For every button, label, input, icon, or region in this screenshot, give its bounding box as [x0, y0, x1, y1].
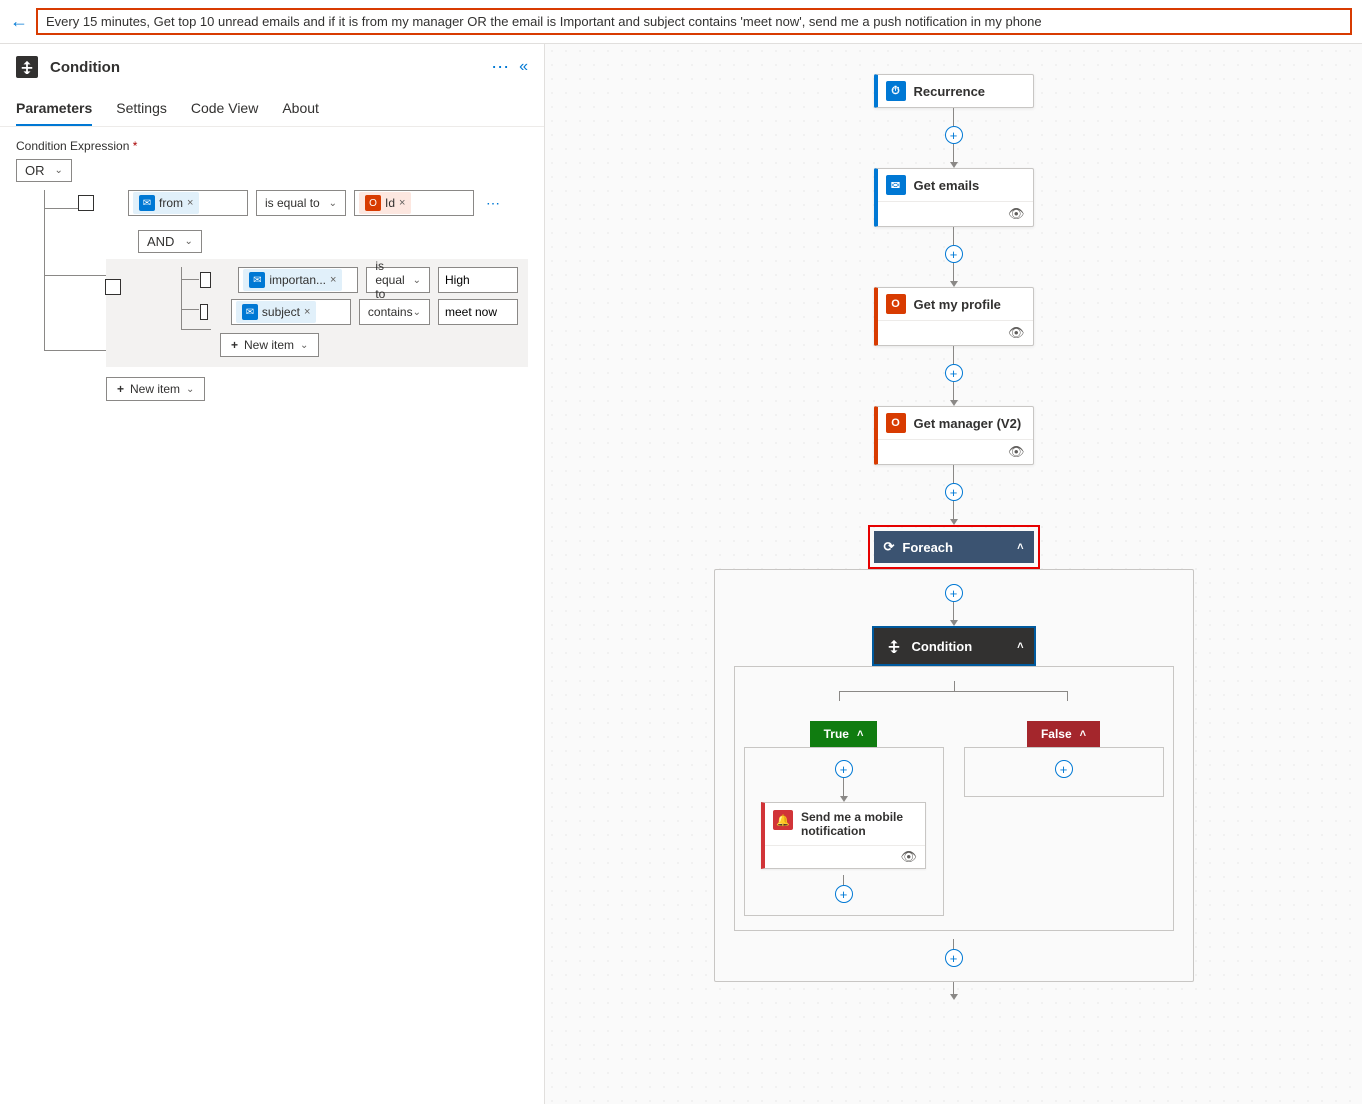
row2-operator-select[interactable]: is equal to⌄	[366, 267, 430, 293]
designer-canvas[interactable]: ⏱Recurrence + ✉Get emails 👁 + OGet my pr…	[545, 44, 1362, 1104]
card-get-manager[interactable]: OGet manager (V2) 👁	[874, 406, 1034, 465]
token-remove-icon[interactable]: ×	[304, 306, 310, 318]
chevron-up-icon[interactable]: ˄	[1017, 541, 1023, 553]
row2-value-input[interactable]	[438, 267, 518, 293]
false-branch: False˄ +	[964, 721, 1164, 916]
row3-value-input[interactable]	[438, 299, 518, 325]
nested-new-item-button[interactable]: +New item⌄	[220, 333, 319, 357]
card-condition-selected: Condition ˄	[872, 626, 1036, 666]
add-step-button[interactable]: +	[835, 760, 853, 778]
outlook-icon: ✉	[139, 195, 155, 211]
and-group-checkbox[interactable]	[105, 279, 121, 295]
root-operator-select[interactable]: OR⌄	[16, 159, 72, 182]
row1-value[interactable]: OId ×	[354, 190, 474, 216]
chevron-up-icon[interactable]: ˄	[1017, 640, 1023, 652]
clock-icon: ⏱	[886, 81, 906, 101]
card-get-emails[interactable]: ✉Get emails 👁	[874, 168, 1034, 227]
row2-field[interactable]: ✉importan... ×	[238, 267, 358, 293]
token-remove-icon[interactable]: ×	[187, 197, 193, 209]
root-new-item-button[interactable]: +New item⌄	[106, 377, 205, 401]
add-step-button[interactable]: +	[945, 245, 963, 263]
add-step-button[interactable]: +	[945, 483, 963, 501]
row3-operator-select[interactable]: contains⌄	[359, 299, 430, 325]
chevron-up-icon: ˄	[1080, 728, 1086, 740]
tab-settings[interactable]: Settings	[116, 90, 167, 126]
row3-field[interactable]: ✉subject ×	[231, 299, 351, 325]
condition-icon	[884, 636, 904, 656]
office-icon: O	[886, 413, 906, 433]
card-condition[interactable]: Condition ˄	[874, 628, 1034, 664]
office-icon: O	[365, 195, 381, 211]
link-icon: 👁	[1008, 206, 1025, 222]
true-branch-header[interactable]: True˄	[810, 721, 878, 747]
foreach-container: + Condition ˄	[714, 569, 1194, 982]
outlook-icon: ✉	[249, 272, 265, 288]
tab-parameters[interactable]: Parameters	[16, 90, 92, 126]
panel-more-button[interactable]: ⋯	[481, 57, 519, 78]
plus-icon: +	[231, 338, 238, 352]
true-branch: True˄ + 🔔Send me a mobile notification 👁…	[744, 721, 944, 916]
add-step-button[interactable]: +	[945, 584, 963, 602]
row3-checkbox[interactable]	[200, 304, 208, 320]
card-foreach[interactable]: ⟳Foreach ˄	[874, 531, 1034, 563]
row1-more-button[interactable]: ⋯	[482, 195, 504, 212]
link-icon: 👁	[1008, 444, 1025, 460]
card-get-profile[interactable]: OGet my profile 👁	[874, 287, 1034, 346]
condition-panel: Condition ⋯ « Parameters Settings Code V…	[0, 44, 545, 1104]
flow-description-input[interactable]: Every 15 minutes, Get top 10 unread emai…	[36, 8, 1352, 35]
card-send-notification[interactable]: 🔔Send me a mobile notification 👁	[761, 802, 926, 869]
add-step-button[interactable]: +	[945, 364, 963, 382]
add-step-button[interactable]: +	[945, 126, 963, 144]
row2-checkbox[interactable]	[200, 272, 211, 288]
and-operator-select[interactable]: AND⌄	[138, 230, 202, 253]
panel-tabs: Parameters Settings Code View About	[0, 90, 544, 127]
chevron-down-icon: ⌄	[55, 165, 63, 176]
outlook-icon: ✉	[886, 175, 906, 195]
back-arrow-icon[interactable]: ←	[10, 11, 28, 32]
plus-icon: +	[117, 382, 124, 396]
bell-icon: 🔔	[773, 810, 793, 830]
row1-operator-select[interactable]: is equal to⌄	[256, 190, 346, 216]
panel-collapse-icon[interactable]: «	[519, 58, 528, 76]
false-branch-header[interactable]: False˄	[1027, 721, 1100, 747]
token-remove-icon[interactable]: ×	[330, 274, 336, 286]
arrow-down-icon	[950, 994, 958, 1000]
panel-title: Condition	[50, 59, 481, 76]
loop-icon: ⟳	[884, 539, 895, 555]
condition-body: True˄ + 🔔Send me a mobile notification 👁…	[734, 666, 1174, 931]
add-step-button[interactable]: +	[945, 949, 963, 967]
condition-icon	[16, 56, 38, 78]
link-icon: 👁	[1008, 325, 1025, 341]
card-foreach-highlighted: ⟳Foreach ˄	[868, 525, 1040, 569]
add-step-button[interactable]: +	[835, 885, 853, 903]
link-icon: 👁	[900, 849, 917, 865]
chevron-up-icon: ˄	[857, 728, 863, 740]
top-bar: ← Every 15 minutes, Get top 10 unread em…	[0, 0, 1362, 44]
card-recurrence[interactable]: ⏱Recurrence	[874, 74, 1034, 108]
tab-about[interactable]: About	[282, 90, 319, 126]
tab-code-view[interactable]: Code View	[191, 90, 258, 126]
add-step-button[interactable]: +	[1055, 760, 1073, 778]
expression-label: Condition Expression *	[16, 139, 528, 153]
token-remove-icon[interactable]: ×	[399, 197, 405, 209]
outlook-icon: ✉	[242, 304, 258, 320]
row1-checkbox[interactable]	[78, 195, 94, 211]
row1-field[interactable]: ✉from ×	[128, 190, 248, 216]
office-icon: O	[886, 294, 906, 314]
